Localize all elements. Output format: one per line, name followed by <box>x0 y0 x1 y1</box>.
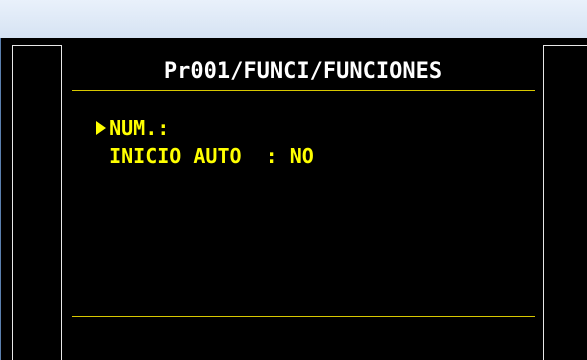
title-divider <box>72 90 535 91</box>
menu-item-value: NO <box>277 144 314 168</box>
menu-item-inicio-auto[interactable]: INICIO AUTO : NO <box>72 120 314 168</box>
footer-divider <box>72 316 535 317</box>
right-side-panel <box>543 45 587 360</box>
menu-item-label: INICIO AUTO : <box>109 144 278 168</box>
screen-title: Pr001/FUNCI/FUNCIONES <box>163 59 443 84</box>
window-titlebar <box>0 0 587 39</box>
menu-item-num[interactable]: NUM.: <box>72 92 169 140</box>
display-area <box>0 38 587 360</box>
left-side-panel <box>12 45 62 360</box>
